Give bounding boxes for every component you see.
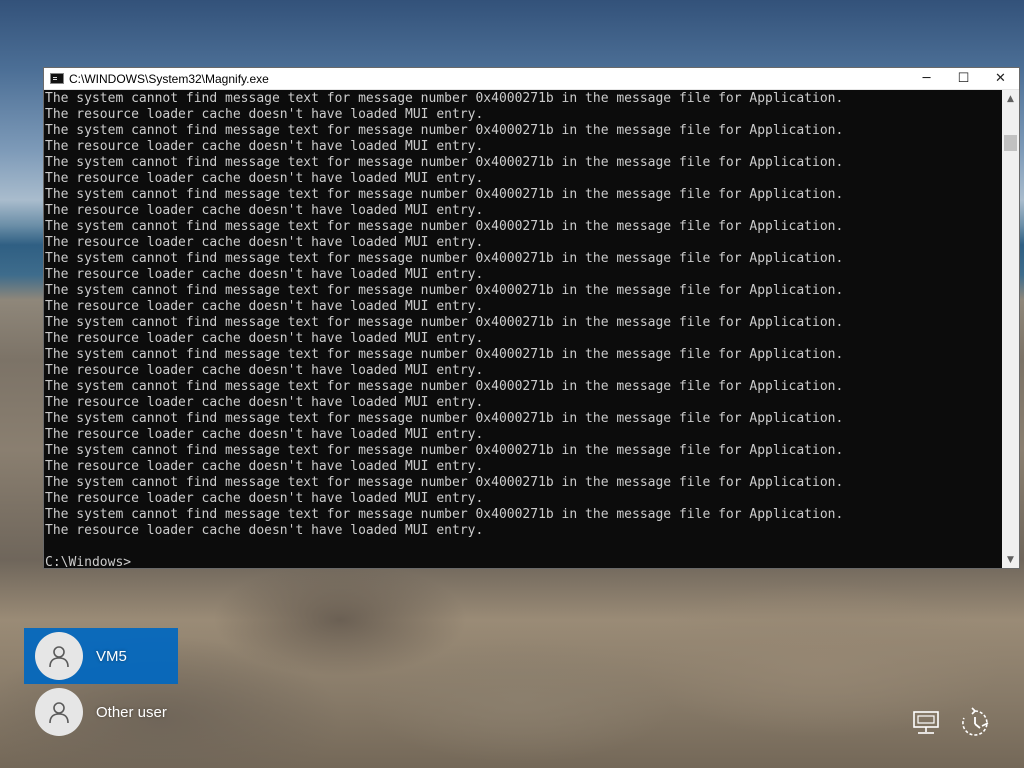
close-button[interactable]: ✕: [982, 68, 1019, 89]
console-output[interactable]: The system cannot find message text for …: [44, 90, 1002, 568]
ease-of-access-icon[interactable]: [958, 706, 992, 740]
console-line: The resource loader cache doesn't have l…: [45, 395, 484, 410]
console-line: The system cannot find message text for …: [45, 507, 844, 522]
console-line: The system cannot find message text for …: [45, 347, 844, 362]
console-line: The resource loader cache doesn't have l…: [45, 427, 484, 442]
scroll-thumb[interactable]: [1004, 135, 1017, 151]
console-line: C:\Windows>: [45, 555, 132, 568]
network-icon[interactable]: [910, 706, 944, 740]
console-line: The system cannot find message text for …: [45, 91, 844, 106]
console-line: The system cannot find message text for …: [45, 411, 844, 426]
title-bar[interactable]: C:\WINDOWS\System32\Magnify.exe ─ ☐ ✕: [44, 68, 1019, 90]
window-title: C:\WINDOWS\System32\Magnify.exe: [69, 71, 269, 86]
console-app-icon[interactable]: [50, 73, 64, 84]
user-tile-other-user[interactable]: Other user: [24, 684, 178, 740]
console-window[interactable]: C:\WINDOWS\System32\Magnify.exe ─ ☐ ✕ Th…: [43, 67, 1020, 569]
user-avatar-icon: [35, 688, 83, 736]
console-line: The system cannot find message text for …: [45, 123, 844, 138]
scroll-up-arrow-icon[interactable]: ▲: [1002, 90, 1019, 107]
vertical-scrollbar[interactable]: ▲ ▼: [1002, 90, 1019, 568]
console-line: The resource loader cache doesn't have l…: [45, 459, 484, 474]
console-line: The resource loader cache doesn't have l…: [45, 267, 484, 282]
minimize-button[interactable]: ─: [908, 68, 945, 89]
user-tile-vm5[interactable]: VM5: [24, 628, 178, 684]
user-name: VM5: [96, 647, 127, 665]
console-line: The system cannot find message text for …: [45, 379, 844, 394]
maximize-button[interactable]: ☐: [945, 68, 982, 89]
window-controls: ─ ☐ ✕: [908, 68, 1019, 89]
console-line: The system cannot find message text for …: [45, 443, 844, 458]
console-line: The resource loader cache doesn't have l…: [45, 139, 484, 154]
console-line: The system cannot find message text for …: [45, 219, 844, 234]
console-line: The system cannot find message text for …: [45, 251, 844, 266]
console-line: The resource loader cache doesn't have l…: [45, 523, 484, 538]
user-avatar-icon: [35, 632, 83, 680]
console-line: The system cannot find message text for …: [45, 155, 844, 170]
console-line: The resource loader cache doesn't have l…: [45, 363, 484, 378]
scroll-down-arrow-icon[interactable]: ▼: [1002, 551, 1019, 568]
lock-screen-background: C:\WINDOWS\System32\Magnify.exe ─ ☐ ✕ Th…: [0, 0, 1024, 768]
console-line: The resource loader cache doesn't have l…: [45, 331, 484, 346]
console-line: The resource loader cache doesn't have l…: [45, 299, 484, 314]
console-line: The system cannot find message text for …: [45, 187, 844, 202]
console-line: The resource loader cache doesn't have l…: [45, 235, 484, 250]
user-name: Other user: [96, 703, 167, 721]
console-line: The resource loader cache doesn't have l…: [45, 171, 484, 186]
console-line: The system cannot find message text for …: [45, 475, 844, 490]
console-line: The system cannot find message text for …: [45, 315, 844, 330]
console-line: The system cannot find message text for …: [45, 283, 844, 298]
scroll-track[interactable]: [1002, 107, 1019, 551]
console-line: The resource loader cache doesn't have l…: [45, 107, 484, 122]
console-line: The resource loader cache doesn't have l…: [45, 491, 484, 506]
console-line: The resource loader cache doesn't have l…: [45, 203, 484, 218]
